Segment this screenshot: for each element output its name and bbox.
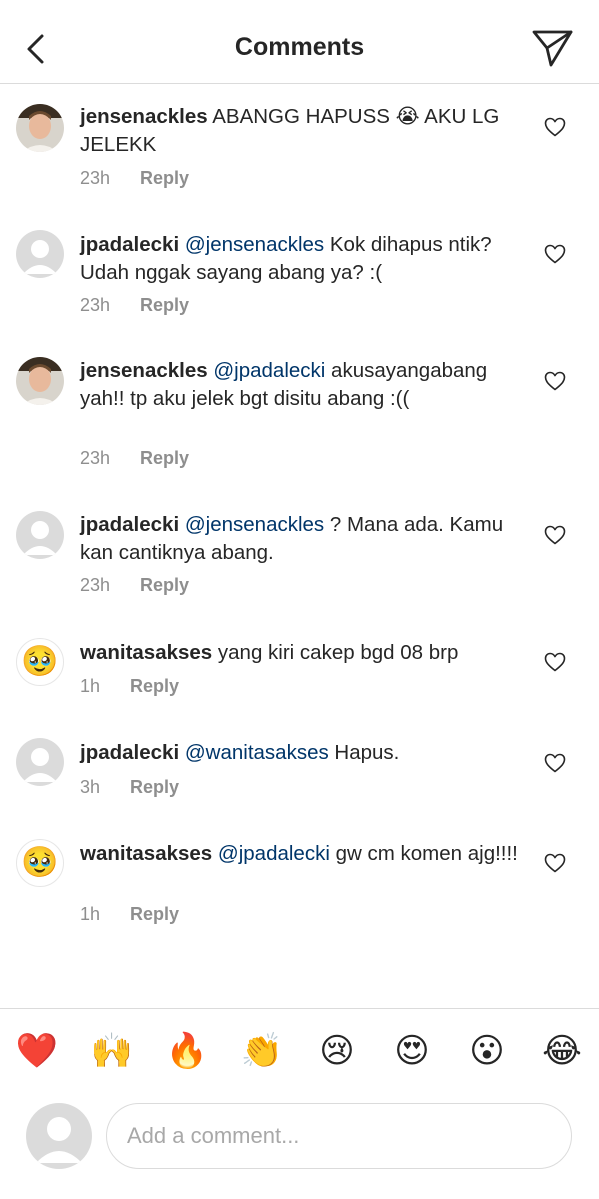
comment-time: 23h [80,168,111,188]
reply-button[interactable]: Reply [130,676,179,697]
comment-time: 1h [80,676,101,696]
like-button[interactable] [544,371,566,391]
comment-text: jpadalecki @wanitasakses Hapus. [80,739,520,767]
heart-icon [544,244,566,264]
comment-text: wanitasakses yang kiri cakep bgd 08 brp [80,639,520,667]
reply-button[interactable]: Reply [130,777,179,798]
avatar[interactable] [16,357,64,405]
comment-username[interactable]: wanitasakses [80,641,212,664]
comment-body: gw cm komen ajg!!!! [335,842,518,865]
comment-text: jpadalecki @jensenackles ? Mana ada. Kam… [80,511,520,567]
comment-mention[interactable]: @jensenackles [185,233,324,256]
reply-button[interactable]: Reply [140,575,189,596]
reaction-clap-button[interactable]: 👏 [239,1028,285,1074]
avatar[interactable]: 🥹 [16,638,64,686]
comment-body: Hapus. [334,741,400,764]
comment-username[interactable]: jensenackles [80,359,208,382]
comment-username[interactable]: jpadalecki [80,513,179,536]
avatar[interactable] [16,104,64,152]
heart-icon [544,117,566,137]
pleading-face-emoji: 🥹 [21,846,59,879]
share-button[interactable] [531,28,575,68]
reaction-crying-button[interactable]: 😢 [314,1028,360,1074]
comment-username[interactable]: jpadalecki [80,741,179,764]
comment-time: 23h [80,448,111,468]
reply-button[interactable]: Reply [140,448,189,469]
quick-reactions-bar: ❤️ 🙌 🔥 👏 😢 😍 😮 😂 [0,1028,599,1076]
heart-icon [544,853,566,873]
comments-screen: Comments jensenackles ABANGG HAPUSS 😭 AK… [0,0,599,1199]
reaction-heart-button[interactable]: ❤️ [14,1028,60,1074]
header-bar: Comments [0,0,599,84]
comment-username[interactable]: jensenackles [80,105,208,128]
comment-meta: 3h Reply [80,777,179,798]
reaction-laughing-button[interactable]: 😂 [539,1028,585,1074]
reaction-heart-eyes-button[interactable]: 😍 [389,1028,435,1074]
add-comment-input[interactable] [106,1103,572,1169]
comment-username[interactable]: jpadalecki [80,233,179,256]
comment-time: 3h [80,777,101,797]
reaction-fire-button[interactable]: 🔥 [164,1028,210,1074]
comment-mention[interactable]: @jensenackles [185,513,324,536]
default-avatar-icon [23,521,57,555]
comment-meta: 23h Reply [80,168,189,189]
like-button[interactable] [544,117,566,137]
paper-plane-icon [532,30,573,67]
reaction-surprised-button[interactable]: 😮 [464,1028,510,1074]
heart-icon [544,371,566,391]
comment-time: 1h [80,904,101,924]
default-avatar-icon [23,240,57,274]
comment-text: wanitasakses @jpadalecki gw cm komen ajg… [80,840,520,868]
page-title: Comments [234,33,365,61]
like-button[interactable] [544,652,566,672]
default-avatar-icon [36,1117,82,1163]
avatar[interactable]: 🥹 [16,839,64,887]
comment-text: jensenackles ABANGG HAPUSS 😭 AKU LG JELE… [80,103,520,159]
reply-button[interactable]: Reply [140,168,189,189]
reply-button[interactable]: Reply [130,904,179,925]
comment-meta: 23h Reply [80,295,189,316]
comment-text: jensenackles @jpadalecki akusayangabang … [80,357,520,413]
like-button[interactable] [544,753,566,773]
comment-time: 23h [80,575,111,595]
comment-meta: 1h Reply [80,676,179,697]
heart-icon [544,753,566,773]
comment-meta: 23h Reply [80,575,189,596]
comment-username[interactable]: wanitasakses [80,842,212,865]
default-avatar-icon [23,748,57,782]
avatar[interactable] [16,738,64,786]
profile-photo [16,104,64,152]
heart-icon [544,652,566,672]
comment-mention[interactable]: @wanitasakses [185,741,329,764]
like-button[interactable] [544,244,566,264]
comment-text: jpadalecki @jensenackles Kok dihapus nti… [80,231,520,287]
like-button[interactable] [544,525,566,545]
avatar[interactable] [16,511,64,559]
heart-icon [544,525,566,545]
comment-body: yang kiri cakep bgd 08 brp [217,641,459,664]
reply-button[interactable]: Reply [140,295,189,316]
comment-meta: 1h Reply [80,904,179,925]
avatar[interactable] [16,230,64,278]
comment-meta: 23h Reply [80,448,189,469]
like-button[interactable] [544,853,566,873]
comment-mention[interactable]: @jpadalecki [213,359,325,382]
comment-mention[interactable]: @jpadalecki [218,842,330,865]
reaction-raised-hands-button[interactable]: 🙌 [89,1028,135,1074]
divider [0,1008,599,1009]
pleading-face-emoji: 🥹 [21,645,59,678]
current-user-avatar [26,1103,92,1169]
comment-time: 23h [80,295,111,315]
profile-photo [16,357,64,405]
